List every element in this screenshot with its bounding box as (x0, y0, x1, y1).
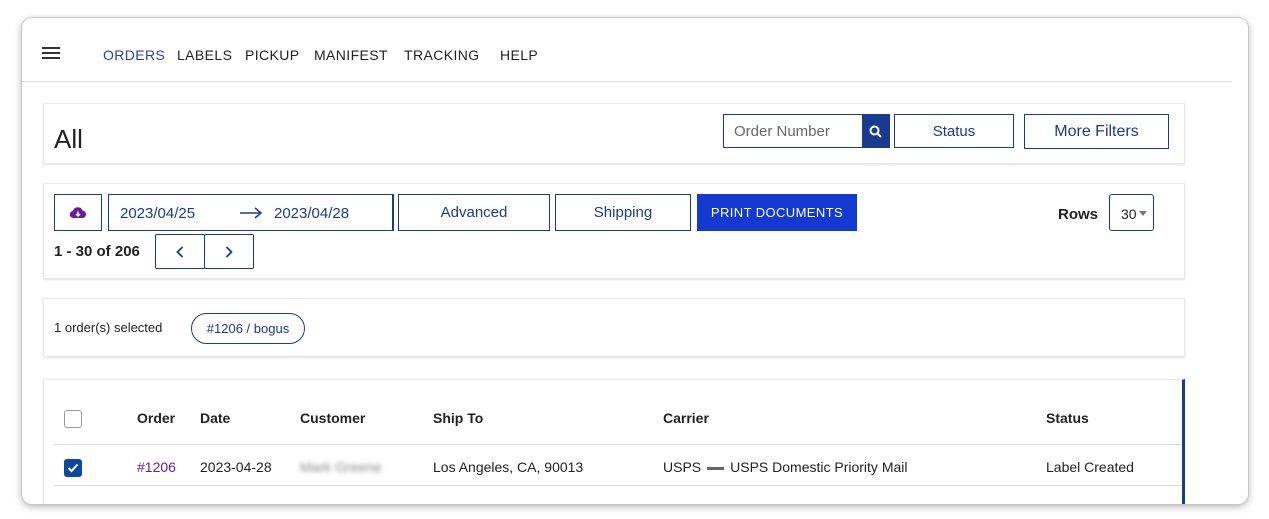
date-to: 2023/04/28 (274, 205, 350, 222)
menu-icon[interactable] (42, 47, 60, 60)
nav-pickup[interactable]: PICKUP (245, 47, 300, 63)
selection-count: 1 order(s) selected (54, 320, 163, 335)
status-filter-button[interactable]: Status (894, 114, 1014, 148)
rows-value: 30 (1121, 206, 1137, 222)
nav-labels[interactable]: LABELS (177, 47, 232, 63)
checkmark-icon (67, 463, 79, 473)
header-card: All Status More Filters (43, 103, 1185, 164)
toolbar-card: 2023/04/25 2023/04/28 Advanced Shipping … (43, 183, 1185, 279)
next-page-button[interactable] (204, 234, 254, 269)
nav-help[interactable]: HELP (500, 47, 538, 63)
print-documents-button[interactable]: PRINT DOCUMENTS (697, 194, 857, 231)
column-header-customer: Customer (300, 410, 366, 426)
rows-select[interactable]: 30 (1109, 194, 1154, 231)
selected-order-chip[interactable]: #1206 / bogus (191, 313, 305, 344)
rows-label: Rows (1058, 206, 1099, 223)
prev-page-button[interactable] (155, 234, 205, 269)
customer-name: Mark Greene (300, 459, 382, 475)
shipping-button[interactable]: Shipping (555, 194, 691, 231)
download-button[interactable] (54, 194, 102, 231)
carrier-service: USPS Domestic Priority Mail (730, 459, 908, 475)
column-header-carrier: Carrier (663, 410, 709, 426)
column-header-ship-to: Ship To (433, 410, 484, 426)
orders-table: Order Date Customer Ship To Carrier Stat… (43, 379, 1185, 504)
date-from: 2023/04/25 (120, 205, 196, 222)
nav-manifest[interactable]: MANIFEST (314, 47, 388, 63)
order-number-link[interactable]: #1206 (137, 459, 176, 475)
order-status: Label Created (1046, 459, 1134, 475)
arrow-right-icon (240, 207, 263, 219)
more-filters-button[interactable]: More Filters (1024, 114, 1169, 149)
search-button[interactable] (862, 115, 889, 147)
column-header-order: Order (137, 410, 176, 426)
ship-to-address: Los Angeles, CA, 90013 (433, 459, 584, 475)
order-date: 2023-04-28 (200, 459, 272, 475)
app-window: ORDERS LABELS PICKUP MANIFEST TRACKING H… (22, 18, 1248, 504)
select-all-checkbox[interactable] (64, 410, 82, 428)
column-header-date: Date (200, 410, 231, 426)
chevron-left-icon (176, 245, 184, 258)
carrier-cell: USPS USPS Domestic Priority Mail (663, 459, 908, 475)
page-count: 1 - 30 of 206 (54, 243, 140, 260)
order-number-input[interactable] (724, 115, 862, 147)
dash-separator (707, 466, 725, 470)
cloud-download-icon (69, 206, 86, 218)
row-checkbox[interactable] (64, 459, 82, 477)
nav-orders[interactable]: ORDERS (103, 47, 165, 63)
search-icon (869, 125, 882, 138)
dropdown-arrow-icon (1139, 211, 1147, 216)
selection-card: 1 order(s) selected #1206 / bogus (43, 298, 1185, 357)
header-divider (54, 444, 1182, 445)
row-divider (54, 485, 1182, 486)
top-nav: ORDERS LABELS PICKUP MANIFEST TRACKING H… (22, 18, 1232, 82)
column-header-status: Status (1046, 410, 1089, 426)
carrier-name: USPS (663, 459, 702, 475)
page-title: All (54, 124, 83, 154)
nav-tracking[interactable]: TRACKING (404, 47, 480, 63)
date-range-picker[interactable]: 2023/04/25 2023/04/28 (108, 194, 394, 231)
order-number-search (723, 114, 890, 148)
chevron-right-icon (225, 245, 233, 258)
advanced-button[interactable]: Advanced (398, 194, 550, 231)
